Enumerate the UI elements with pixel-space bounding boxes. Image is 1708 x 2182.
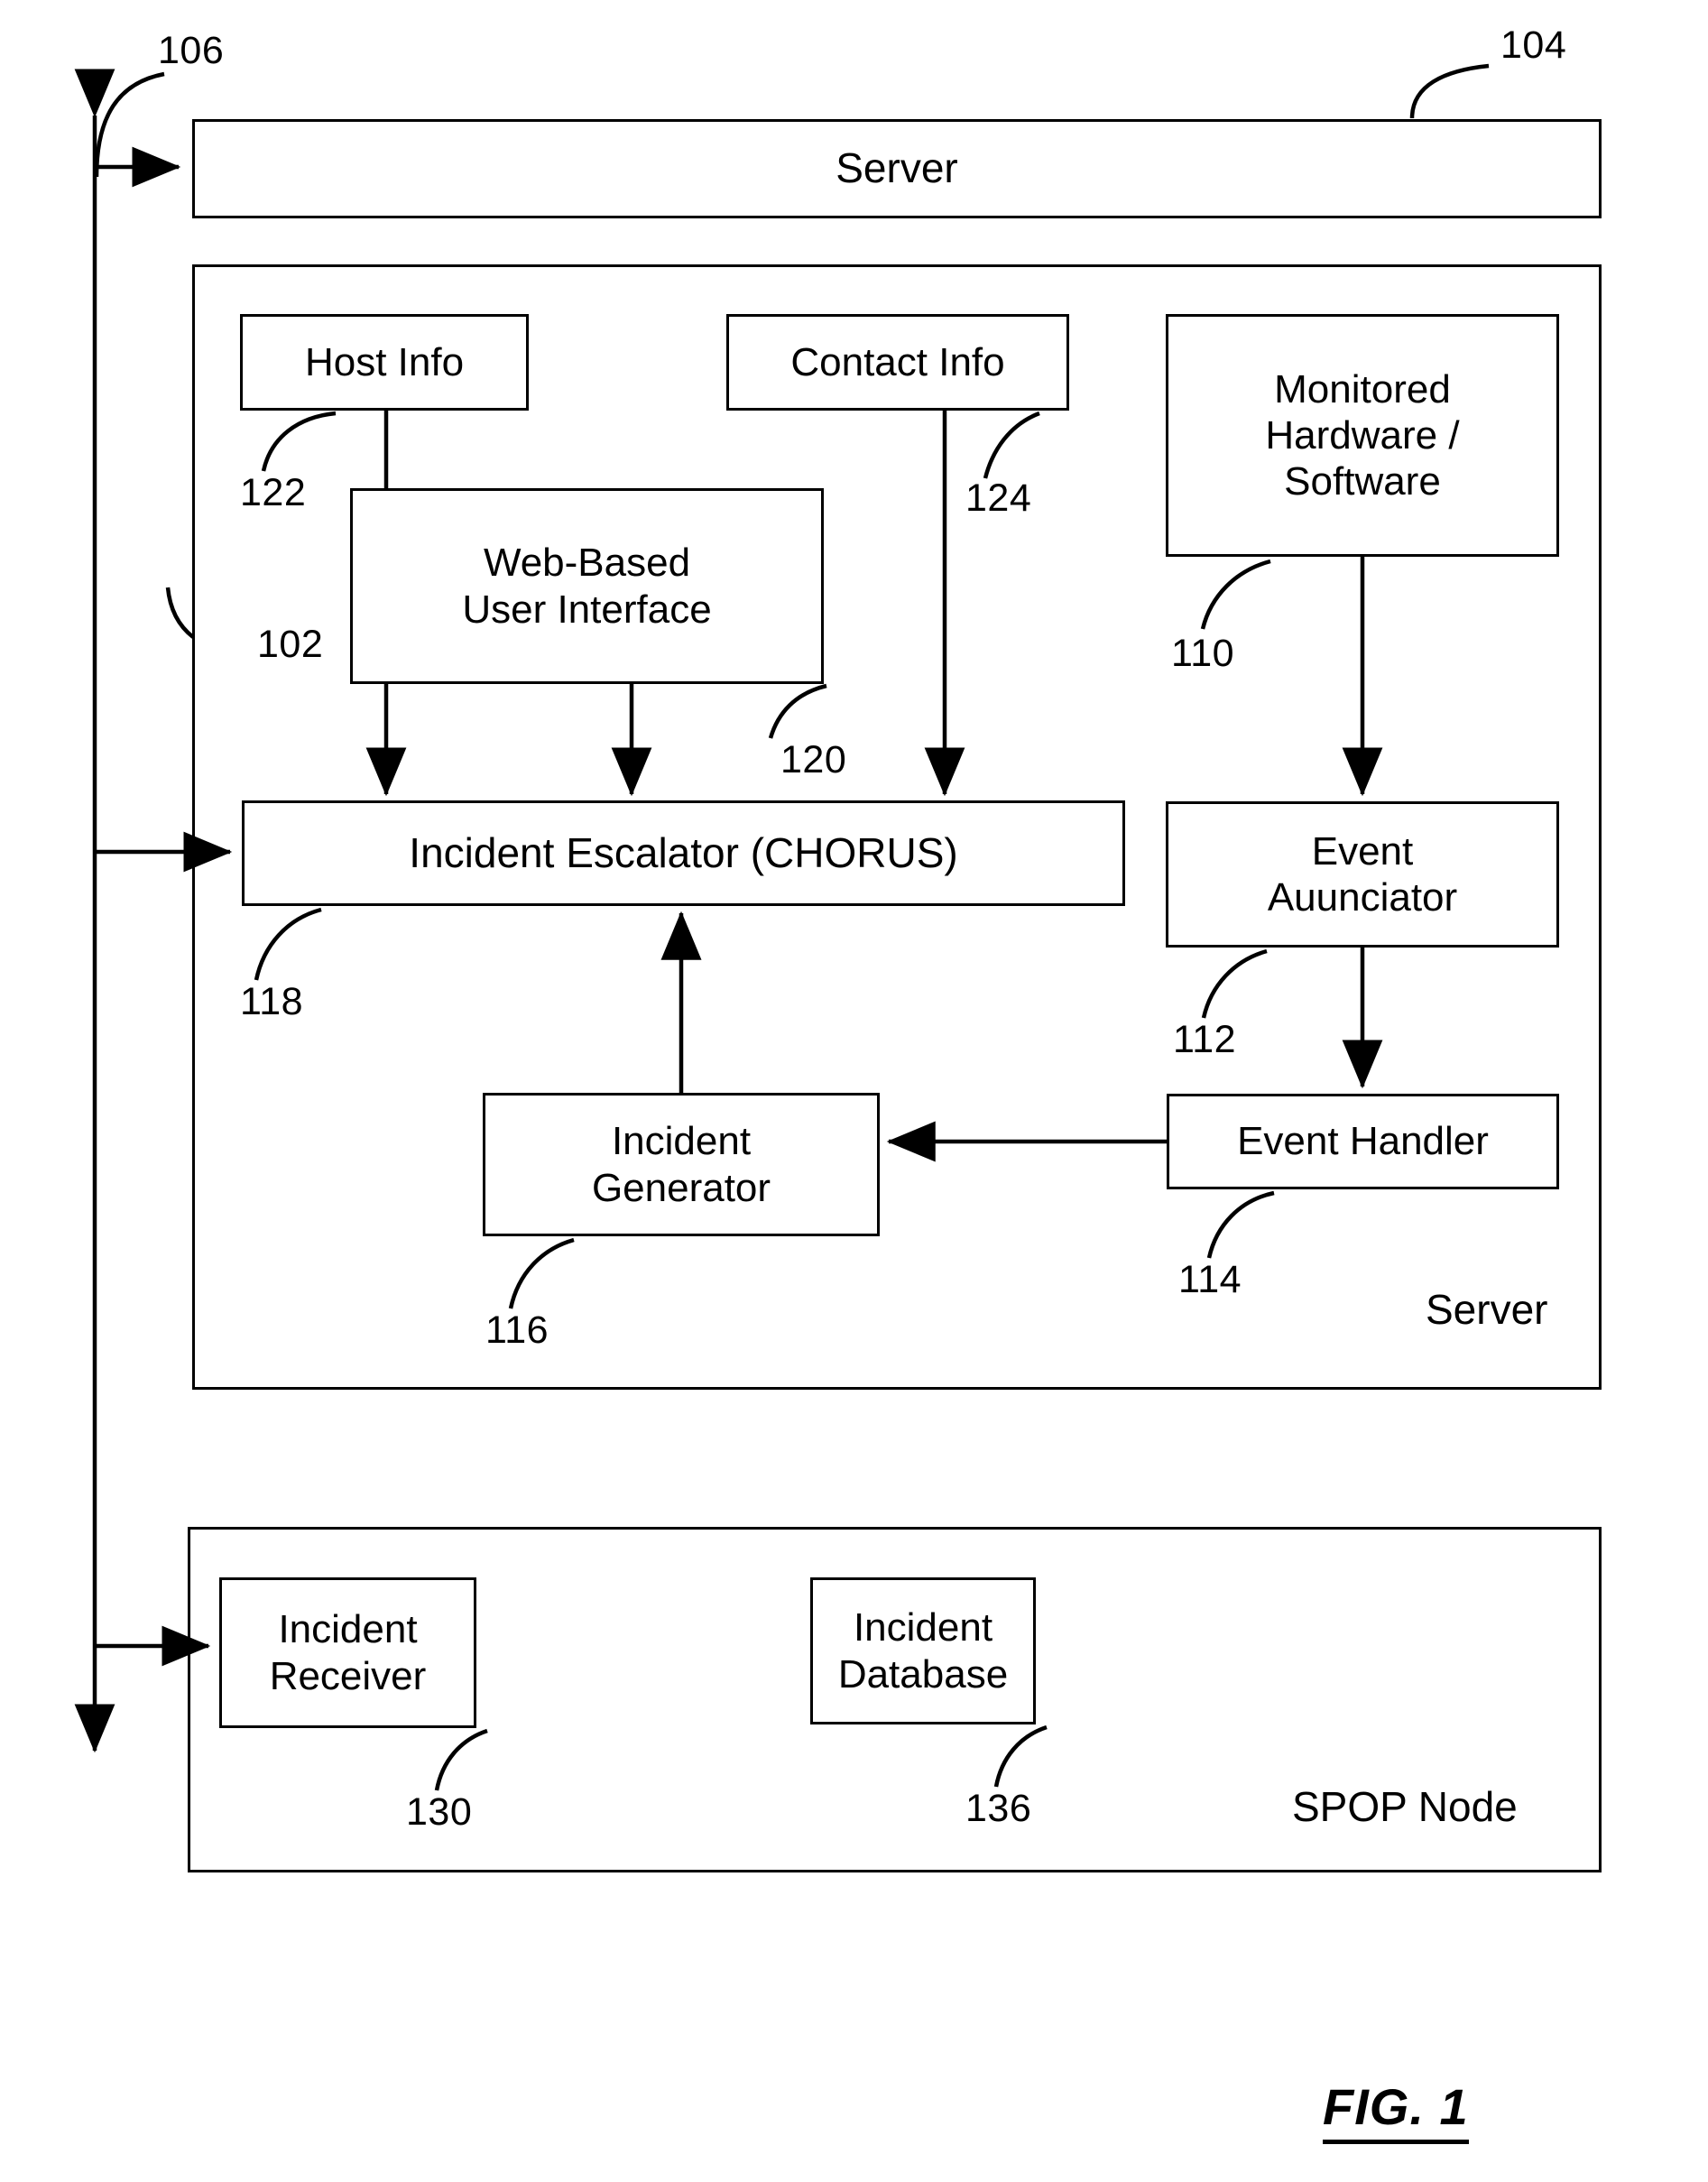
monitored-line-3: Software bbox=[1284, 459, 1441, 504]
monitored-line-1: Monitored bbox=[1274, 366, 1451, 411]
ref-number-110: 110 bbox=[1171, 632, 1235, 675]
figure-caption: FIG. 1 bbox=[1323, 2077, 1469, 2144]
host-info-label: Host Info bbox=[304, 339, 465, 384]
contact-info-label: Contact Info bbox=[790, 339, 1005, 384]
ref-leader-102 bbox=[165, 587, 195, 639]
event-annunciator-line-1: Event bbox=[1311, 828, 1414, 874]
incident-receiver-line-2: Receiver bbox=[269, 1653, 427, 1698]
event-handler-label: Event Handler bbox=[1237, 1119, 1489, 1164]
server-bar-label: Server bbox=[836, 144, 958, 192]
ref-leader-104 bbox=[1409, 63, 1490, 119]
server-system-label: Server bbox=[1426, 1286, 1548, 1333]
incident-generator-box[interactable]: Incident Generator bbox=[483, 1093, 880, 1236]
incident-database-line-1: Incident bbox=[853, 1605, 993, 1650]
webui-line-2: User Interface bbox=[462, 587, 712, 632]
ref-number-112: 112 bbox=[1173, 1018, 1237, 1061]
host-info-box[interactable]: Host Info bbox=[240, 314, 529, 411]
ref-number-114: 114 bbox=[1178, 1258, 1242, 1301]
ref-number-116: 116 bbox=[485, 1308, 549, 1352]
web-based-user-interface-box[interactable]: Web-Based User Interface bbox=[350, 488, 824, 684]
spop-node-label: SPOP Node bbox=[1292, 1783, 1518, 1830]
ref-number-130: 130 bbox=[406, 1790, 473, 1834]
incident-receiver-box[interactable]: Incident Receiver bbox=[219, 1577, 476, 1728]
ref-number-120: 120 bbox=[780, 738, 847, 781]
patent-figure: Server 104 106 102 Server Host Info 122 … bbox=[0, 0, 1708, 2182]
ref-number-124: 124 bbox=[965, 476, 1032, 520]
incident-escalator-label: Incident Escalator (CHORUS) bbox=[409, 828, 958, 876]
webui-line-1: Web-Based bbox=[483, 541, 691, 586]
ref-number-136: 136 bbox=[965, 1787, 1032, 1830]
incident-generator-line-1: Incident bbox=[611, 1119, 752, 1164]
ref-number-104: 104 bbox=[1500, 23, 1567, 67]
ref-number-102: 102 bbox=[257, 623, 324, 666]
contact-info-box[interactable]: Contact Info bbox=[726, 314, 1069, 411]
ref-leader-106 bbox=[94, 71, 165, 178]
incident-database-box[interactable]: Incident Database bbox=[810, 1577, 1036, 1724]
event-annunciator-box[interactable]: Event Auunciator bbox=[1166, 801, 1559, 948]
incident-generator-line-2: Generator bbox=[591, 1165, 771, 1210]
monitored-hardware-software-box[interactable]: Monitored Hardware / Software bbox=[1166, 314, 1559, 557]
incident-escalator-box[interactable]: Incident Escalator (CHORUS) bbox=[242, 800, 1125, 906]
ref-number-106: 106 bbox=[158, 29, 225, 72]
ref-number-122: 122 bbox=[240, 471, 307, 514]
ref-number-118: 118 bbox=[240, 980, 304, 1023]
server-bar[interactable]: Server bbox=[192, 119, 1602, 218]
incident-database-line-2: Database bbox=[837, 1651, 1009, 1697]
event-handler-box[interactable]: Event Handler bbox=[1167, 1094, 1559, 1189]
monitored-line-2: Hardware / bbox=[1265, 412, 1460, 458]
event-annunciator-line-2: Auunciator bbox=[1267, 875, 1458, 920]
incident-receiver-line-1: Incident bbox=[278, 1607, 418, 1652]
